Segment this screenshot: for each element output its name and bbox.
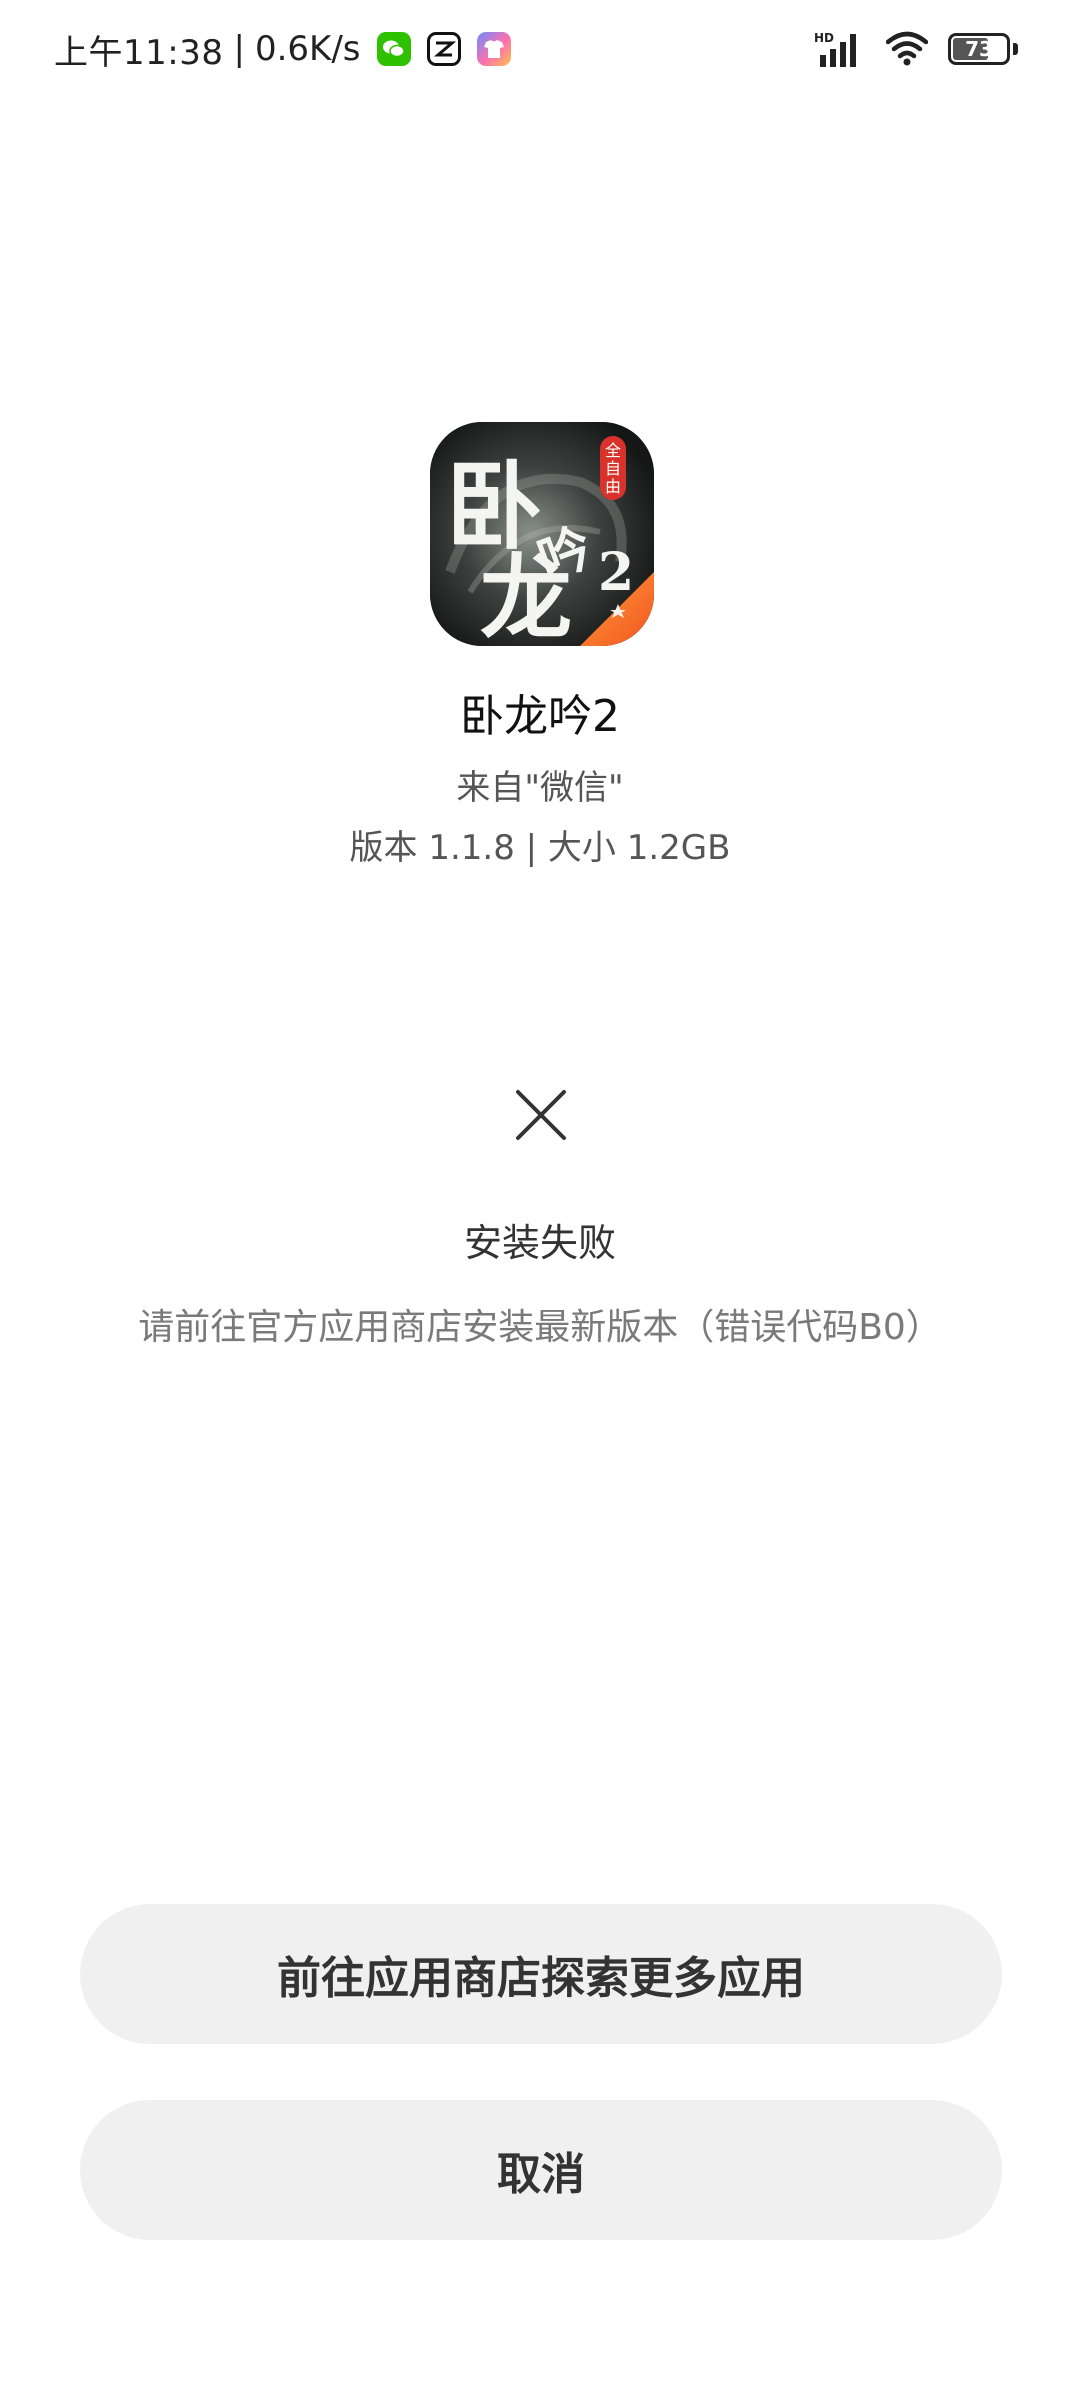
battery-level: 73 (965, 37, 993, 61)
status-left: 上午11:38 | 0.6K/s (54, 26, 511, 73)
network-speed: 0.6K/s (254, 29, 361, 69)
app-source: 来自"微信" (456, 768, 624, 808)
go-to-app-store-button[interactable]: 前往应用商店探索更多应用 (80, 1904, 1002, 2044)
app-name: 卧龙吟2 (460, 691, 620, 742)
wechat-icon (376, 32, 411, 66)
tshirt-app-icon (476, 32, 511, 66)
app-version-size: 版本 1.1.8 | 大小 1.2GB (349, 828, 731, 868)
capcut-icon (426, 32, 461, 66)
install-failed-title: 安装失败 (463, 1221, 616, 1265)
cellular-signal-icon: HD (814, 29, 864, 69)
wifi-icon (885, 30, 929, 68)
cancel-button[interactable]: 取消 (80, 2100, 1002, 2240)
app-icon: 卧 龙 吟 2 全 自 由 (430, 422, 654, 646)
close-x-icon (514, 1088, 568, 1142)
install-failed-description: 请前往官方应用商店安装最新版本（错误代码B0） (138, 1307, 942, 1348)
status-right: HD 73 (814, 24, 1018, 74)
network-type-label: HD (814, 31, 834, 45)
status-bar: 上午11:38 | 0.6K/s HD 73 (0, 0, 1080, 100)
icon-char-4: 2 (598, 542, 634, 603)
battery-icon: 73 (948, 33, 1018, 65)
status-separator: | (233, 29, 245, 69)
status-time: 上午11:38 (54, 32, 224, 73)
